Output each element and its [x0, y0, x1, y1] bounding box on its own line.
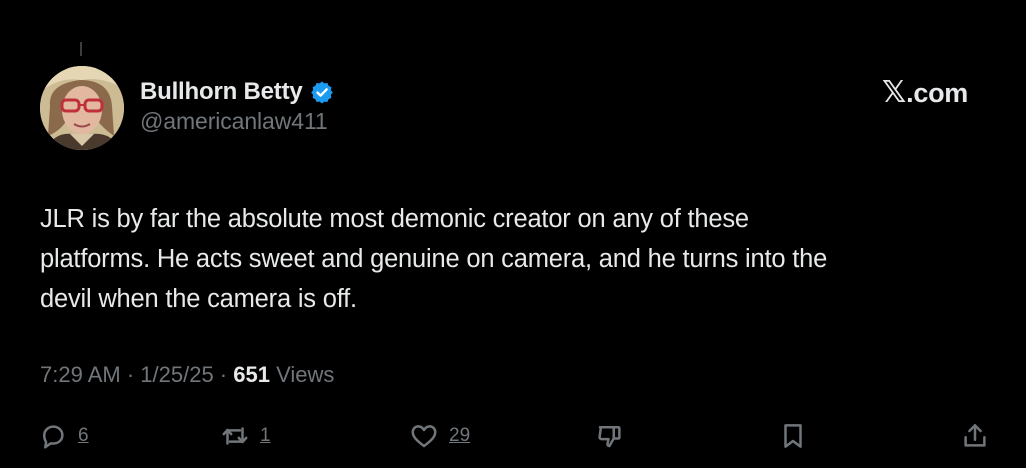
meta-separator: · [120, 362, 141, 387]
dislike-button[interactable] [595, 416, 625, 456]
tweet-time[interactable]: 7:29 AM [40, 362, 121, 388]
reply-button[interactable]: 6 [38, 416, 89, 456]
repost-icon [222, 427, 248, 445]
x-com-logo: 𝕏 .com [882, 77, 968, 109]
x-logo-icon: 𝕏 [882, 75, 907, 110]
avatar[interactable] [40, 66, 124, 150]
like-button[interactable]: 29 [409, 416, 470, 456]
tweet-line: platforms. He acts sweet and genuine on … [40, 245, 828, 273]
thumbs-down-icon [598, 426, 621, 448]
reply-count[interactable]: 6 [78, 425, 89, 447]
bookmark-icon [784, 424, 802, 448]
tweet-text: JLR is by far the absolute most demonic … [40, 199, 1000, 319]
x-com-suffix: .com [906, 77, 968, 108]
meta-separator: · [213, 362, 234, 387]
tweet-meta: 7:29 AM · 1/25/25 · 651 Views [40, 362, 334, 388]
repost-count[interactable]: 1 [260, 425, 271, 447]
action-bar: 6 1 29 [0, 416, 1026, 456]
author-name-row: Bullhorn Betty [140, 76, 334, 108]
views-count: 651 [233, 362, 270, 387]
author-handle[interactable]: @americanlaw411 [140, 108, 328, 135]
author-display-name[interactable]: Bullhorn Betty [140, 78, 303, 106]
tweet-line: devil when the camera is off. [40, 285, 357, 313]
share-button[interactable] [960, 416, 990, 456]
repost-button[interactable]: 1 [220, 416, 271, 456]
like-count[interactable]: 29 [449, 425, 470, 447]
share-icon [964, 424, 986, 447]
verified-badge-icon[interactable] [310, 80, 334, 104]
heart-icon [411, 425, 437, 448]
reply-icon [43, 425, 64, 449]
thread-line [80, 42, 82, 56]
bookmark-button[interactable] [778, 416, 808, 456]
views-label: Views [269, 362, 335, 387]
tweet-line: JLR is by far the absolute most demonic … [40, 205, 749, 233]
tweet-date[interactable]: 1/25/25 [140, 362, 213, 388]
